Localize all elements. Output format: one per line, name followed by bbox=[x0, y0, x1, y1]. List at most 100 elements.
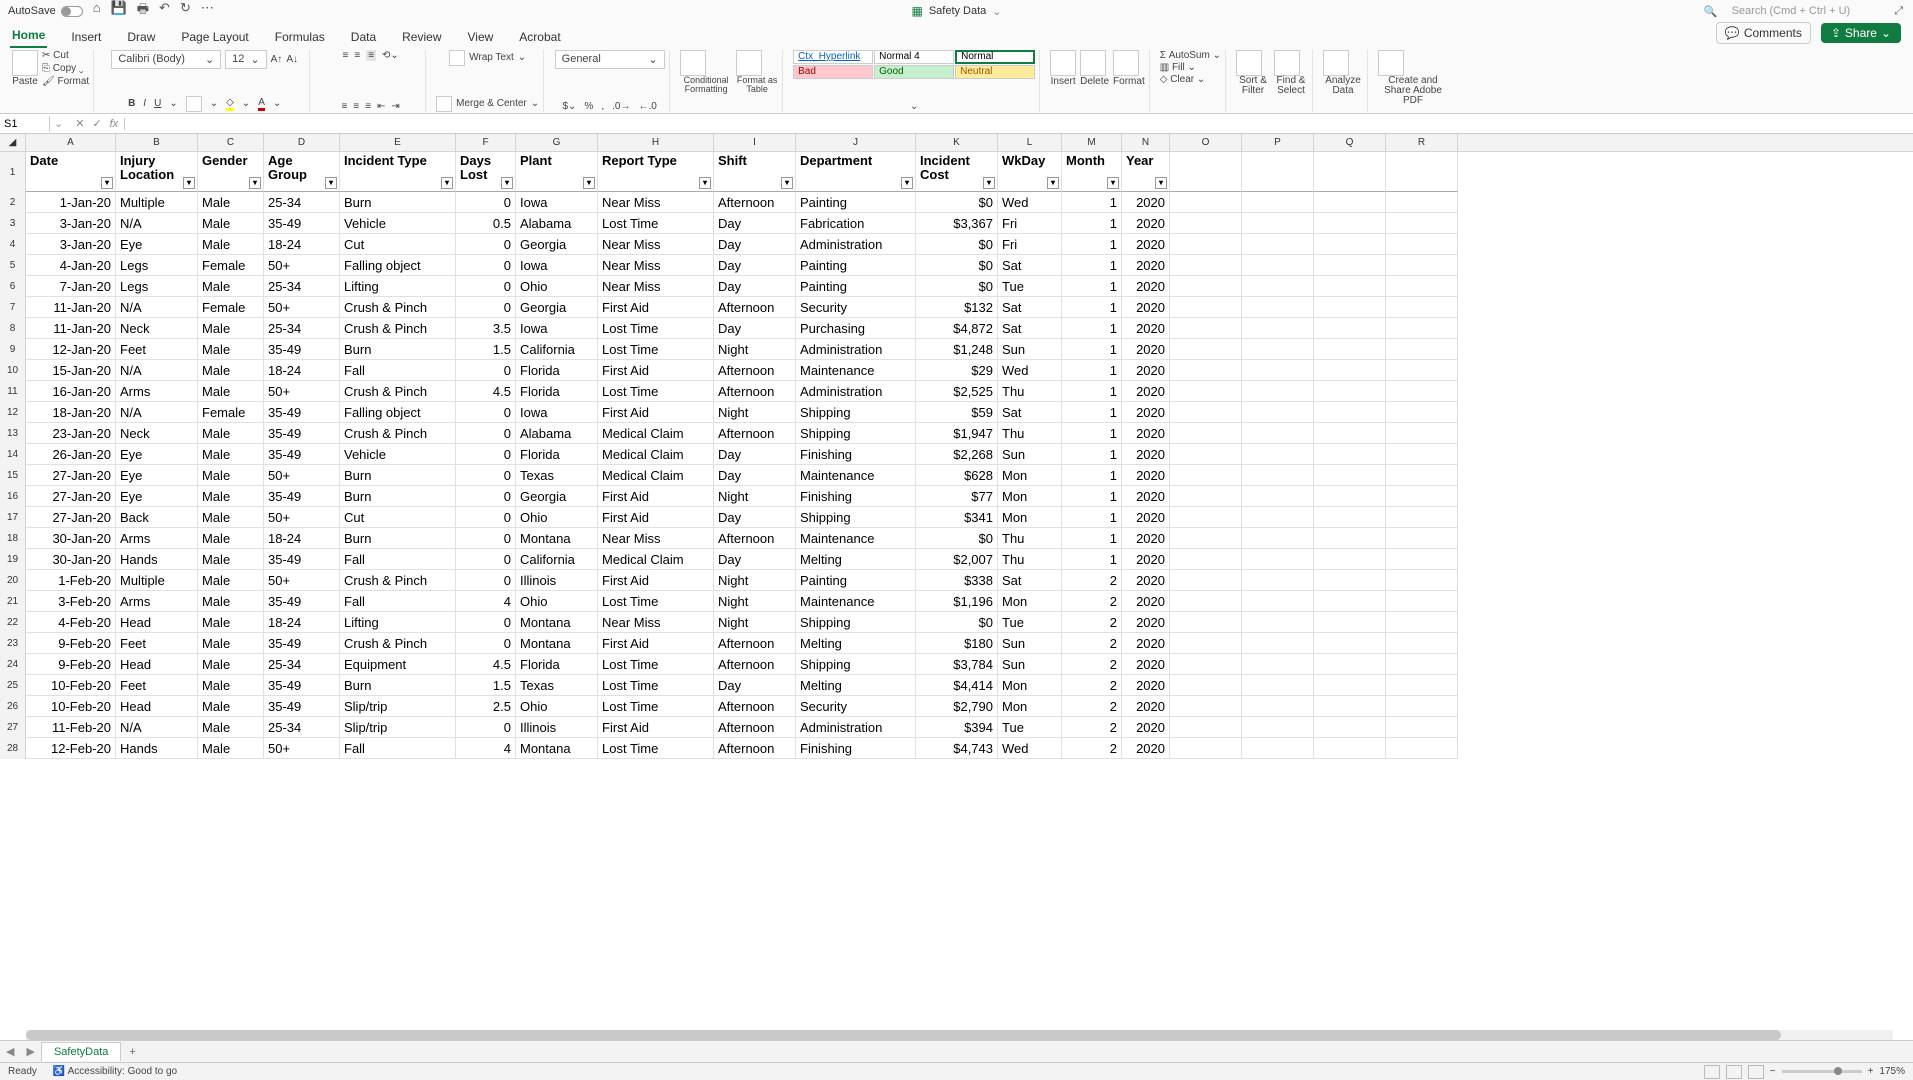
data-cell[interactable]: 10-Feb-20 bbox=[26, 675, 116, 696]
data-cell[interactable]: Security bbox=[796, 297, 916, 318]
data-cell[interactable] bbox=[1314, 633, 1386, 654]
filter-button[interactable]: ▾ bbox=[249, 177, 261, 189]
data-cell[interactable]: Falling object bbox=[340, 402, 456, 423]
data-cell[interactable]: Finishing bbox=[796, 486, 916, 507]
data-cell[interactable]: Afternoon bbox=[714, 633, 796, 654]
data-cell[interactable] bbox=[1314, 318, 1386, 339]
wrap-text-button[interactable]: Wrap Text ⌄ bbox=[449, 50, 526, 66]
filter-button[interactable]: ▾ bbox=[1107, 177, 1119, 189]
zoom-slider[interactable] bbox=[1782, 1070, 1862, 1073]
data-cell[interactable]: Female bbox=[198, 255, 264, 276]
data-cell[interactable]: 35-49 bbox=[264, 402, 340, 423]
data-cell[interactable]: 0 bbox=[456, 276, 516, 297]
data-cell[interactable]: Male bbox=[198, 717, 264, 738]
data-cell[interactable] bbox=[1314, 402, 1386, 423]
data-cell[interactable]: Legs bbox=[116, 255, 198, 276]
data-cell[interactable]: 2020 bbox=[1122, 717, 1170, 738]
data-cell[interactable]: Female bbox=[198, 402, 264, 423]
data-cell[interactable]: Neck bbox=[116, 423, 198, 444]
data-cell[interactable]: 2 bbox=[1062, 717, 1122, 738]
data-cell[interactable]: 1 bbox=[1062, 528, 1122, 549]
data-cell[interactable]: 0 bbox=[456, 486, 516, 507]
data-cell[interactable]: 50+ bbox=[264, 255, 340, 276]
format-painter-button[interactable]: 🖌 Format bbox=[42, 76, 89, 87]
row-header[interactable]: 24 bbox=[0, 654, 26, 675]
data-cell[interactable]: Male bbox=[198, 633, 264, 654]
data-cell[interactable]: 35-49 bbox=[264, 423, 340, 444]
data-cell[interactable]: Lost Time bbox=[598, 381, 714, 402]
data-cell[interactable]: 2020 bbox=[1122, 276, 1170, 297]
redo-icon[interactable]: ↻ bbox=[180, 0, 191, 22]
column-header[interactable]: I bbox=[714, 134, 796, 151]
data-cell[interactable]: Head bbox=[116, 654, 198, 675]
data-cell[interactable]: Sat bbox=[998, 297, 1062, 318]
header-cell[interactable]: Gender▾ bbox=[198, 152, 264, 192]
data-cell[interactable]: $3,367 bbox=[916, 213, 998, 234]
data-cell[interactable]: Afternoon bbox=[714, 696, 796, 717]
data-cell[interactable]: 0 bbox=[456, 465, 516, 486]
data-cell[interactable] bbox=[1242, 675, 1314, 696]
data-cell[interactable] bbox=[1386, 696, 1458, 717]
data-cell[interactable]: Day bbox=[714, 318, 796, 339]
data-cell[interactable]: Administration bbox=[796, 381, 916, 402]
data-cell[interactable]: 2020 bbox=[1122, 465, 1170, 486]
data-cell[interactable]: $394 bbox=[916, 717, 998, 738]
data-cell[interactable]: 0 bbox=[456, 633, 516, 654]
data-cell[interactable]: Near Miss bbox=[598, 255, 714, 276]
data-cell[interactable]: 2020 bbox=[1122, 675, 1170, 696]
data-cell[interactable]: Equipment bbox=[340, 654, 456, 675]
data-cell[interactable]: 3-Jan-20 bbox=[26, 213, 116, 234]
autosave-toggle[interactable] bbox=[61, 6, 83, 17]
data-cell[interactable]: 23-Jan-20 bbox=[26, 423, 116, 444]
data-cell[interactable]: 18-24 bbox=[264, 528, 340, 549]
data-cell[interactable]: Legs bbox=[116, 276, 198, 297]
font-size-select[interactable]: 12⌄ bbox=[225, 50, 266, 69]
row-header[interactable]: 19 bbox=[0, 549, 26, 570]
data-cell[interactable]: 0 bbox=[456, 402, 516, 423]
data-cell[interactable]: Night bbox=[714, 570, 796, 591]
underline-button[interactable]: U bbox=[154, 98, 161, 109]
data-cell[interactable]: 35-49 bbox=[264, 696, 340, 717]
data-cell[interactable]: Painting bbox=[796, 276, 916, 297]
row-header[interactable]: 13 bbox=[0, 423, 26, 444]
data-cell[interactable]: 2020 bbox=[1122, 444, 1170, 465]
data-cell[interactable]: Male bbox=[198, 654, 264, 675]
page-layout-view-icon[interactable] bbox=[1726, 1065, 1742, 1079]
row-header[interactable]: 21 bbox=[0, 591, 26, 612]
data-cell[interactable]: Fabrication bbox=[796, 213, 916, 234]
data-cell[interactable]: Fall bbox=[340, 549, 456, 570]
data-cell[interactable]: 1 bbox=[1062, 318, 1122, 339]
data-cell[interactable]: 0 bbox=[456, 507, 516, 528]
header-cell[interactable]: Incident Cost▾ bbox=[916, 152, 998, 192]
data-cell[interactable]: Iowa bbox=[516, 192, 598, 213]
data-cell[interactable]: Day bbox=[714, 255, 796, 276]
data-cell[interactable]: $338 bbox=[916, 570, 998, 591]
data-cell[interactable] bbox=[1386, 549, 1458, 570]
data-cell[interactable] bbox=[1386, 234, 1458, 255]
data-cell[interactable]: Shipping bbox=[796, 507, 916, 528]
data-cell[interactable] bbox=[1170, 591, 1242, 612]
data-cell[interactable] bbox=[1386, 255, 1458, 276]
header-cell[interactable]: Incident Type▾ bbox=[340, 152, 456, 192]
data-cell[interactable]: 12-Feb-20 bbox=[26, 738, 116, 759]
data-cell[interactable]: Ohio bbox=[516, 696, 598, 717]
data-cell[interactable]: Day bbox=[714, 549, 796, 570]
data-cell[interactable]: 1 bbox=[1062, 465, 1122, 486]
data-cell[interactable]: Melting bbox=[796, 675, 916, 696]
header-cell[interactable]: Month▾ bbox=[1062, 152, 1122, 192]
data-cell[interactable]: 2020 bbox=[1122, 654, 1170, 675]
data-cell[interactable]: Crush & Pinch bbox=[340, 423, 456, 444]
data-cell[interactable] bbox=[1170, 549, 1242, 570]
data-cell[interactable]: Day bbox=[714, 276, 796, 297]
data-cell[interactable]: Wed bbox=[998, 738, 1062, 759]
data-cell[interactable]: 2020 bbox=[1122, 402, 1170, 423]
name-box[interactable] bbox=[0, 116, 50, 132]
orientation-icon[interactable]: ⟲⌄ bbox=[382, 50, 399, 61]
data-cell[interactable]: Iowa bbox=[516, 402, 598, 423]
increase-decimal-icon[interactable]: .0→ bbox=[612, 101, 630, 112]
data-cell[interactable] bbox=[1242, 234, 1314, 255]
data-cell[interactable]: 10-Feb-20 bbox=[26, 696, 116, 717]
data-cell[interactable]: Eye bbox=[116, 234, 198, 255]
data-cell[interactable]: Female bbox=[198, 297, 264, 318]
row-header[interactable]: 26 bbox=[0, 696, 26, 717]
